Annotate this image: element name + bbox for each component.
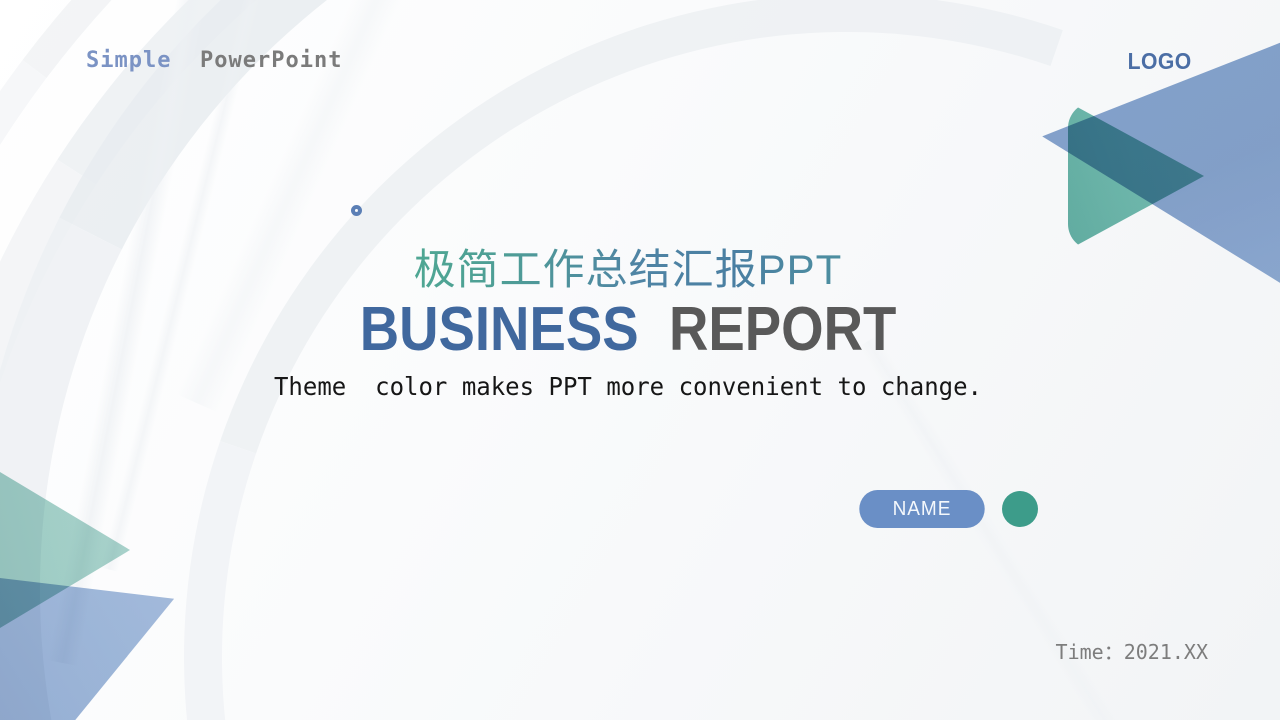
title-english: BUSINESS REPORT xyxy=(75,297,1180,362)
teal-circle-icon xyxy=(1002,491,1038,527)
ring-dot-icon xyxy=(351,205,362,216)
author-row: NAME xyxy=(856,490,1038,528)
brand-label-secondary: PowerPoint xyxy=(199,48,343,73)
title-subtitle: Theme color makes PPT more convenient to… xyxy=(273,372,982,402)
author-name-button[interactable]: NAME xyxy=(859,490,985,528)
brand-label: Simple PowerPoint xyxy=(86,48,342,73)
brand-label-primary: Simple xyxy=(86,48,172,73)
logo-placeholder: LOGO xyxy=(1127,48,1192,74)
title-block: 极简工作总结汇报PPT BUSINESS REPORT Theme color … xyxy=(0,246,1280,401)
presentation-slide: Simple PowerPoint LOGO 极简工作总结汇报PPT BUSIN… xyxy=(0,0,1280,720)
slide-date: Time：2021.XX xyxy=(1055,640,1208,664)
title-english-secondary: REPORT xyxy=(668,295,897,365)
title-chinese: 极简工作总结汇报PPT xyxy=(413,246,843,293)
title-english-primary: BUSINESS xyxy=(359,295,639,365)
